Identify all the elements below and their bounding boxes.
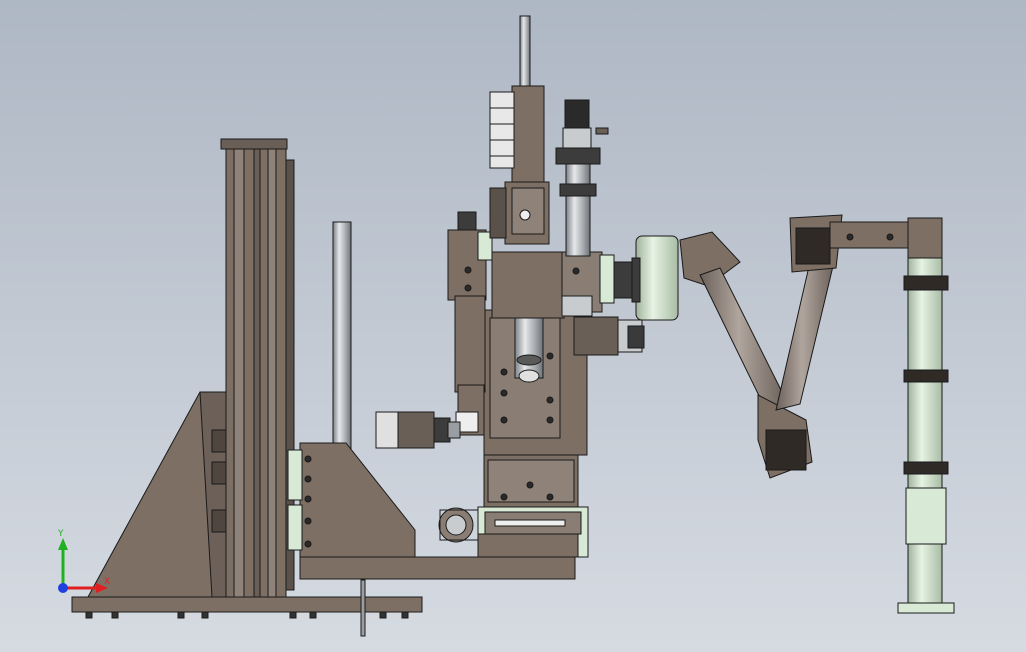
cad-viewport[interactable]: Y X — [0, 0, 1026, 652]
assembly-drawing[interactable]: Y X — [0, 0, 1026, 652]
support-rod — [332, 221, 352, 463]
objective-lens[interactable] — [514, 317, 544, 383]
camera-module[interactable] — [631, 235, 679, 321]
vertical-column[interactable] — [220, 138, 295, 598]
x-axis-label: X — [104, 577, 110, 587]
z-axis-dot — [58, 583, 68, 593]
y-axis-label: Y — [57, 529, 64, 539]
